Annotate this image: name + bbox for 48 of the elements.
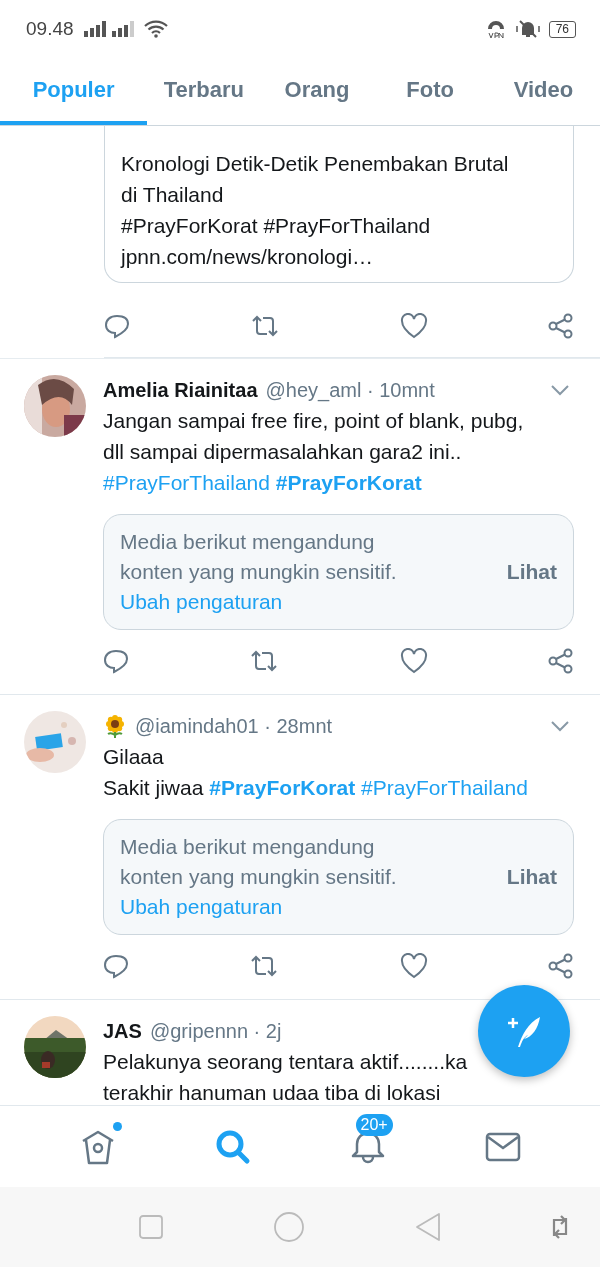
reply-icon[interactable] — [103, 648, 129, 674]
muted-bell-icon — [514, 18, 541, 40]
status-time: 09.48 — [26, 18, 74, 40]
sensitive-media-text: Media berikut mengandung konten yang mungkin sensitif. — [120, 529, 398, 585]
tab[interactable]: Video — [486, 58, 600, 125]
chevron-down-icon[interactable] — [550, 720, 570, 732]
notification-count: 20+ — [355, 1113, 393, 1136]
compose-button[interactable] — [478, 985, 570, 1077]
hashtag-link[interactable]: #PrayForKorat — [209, 776, 356, 799]
reply-icon[interactable] — [104, 313, 130, 339]
quoted-tweet-text: Kronologi Detik-Detik Penembakan Brutal di Thailand #PrayForKorat #PrayForThailand jpnn.com/news/kronologi… — [121, 151, 510, 270]
tweet-text: Pelakunya seorang tentara aktif........ka terakhir hanuman udaa tiba di lokasi — [103, 1049, 469, 1105]
tab[interactable]: Orang — [260, 58, 374, 125]
heart-icon[interactable] — [399, 648, 428, 674]
sensitive-media-text: Media berikut mengandung konten yang mungkin sensitif. — [120, 834, 398, 890]
heart-icon[interactable] — [400, 313, 428, 339]
author-handle-and-time: @hey_aml · 10mnt — [265, 378, 435, 402]
quoted-tweet-card[interactable]: Kronologi Detik-Detik Penembakan Brutal di Thailand #PrayForKorat #PrayForThailand jpnn.com/news/kronologi… — [104, 126, 574, 283]
author-name[interactable]: Amelia Riainitaa — [103, 378, 258, 402]
heart-icon[interactable] — [399, 953, 428, 979]
hashtag-link[interactable]: #PrayForThailand — [361, 776, 528, 799]
wifi-icon — [143, 20, 168, 38]
tweet-text: Jangan sampai free fire, point of blank, pubg, dll sampai dipermasalahkan gara2 ini.. #PrayForThailand #PrayForKorat — [103, 408, 525, 496]
retweet-icon[interactable] — [249, 649, 280, 673]
view-button[interactable]: Lihat — [506, 560, 557, 584]
share-icon[interactable] — [548, 953, 574, 979]
mail-icon[interactable] — [484, 1131, 521, 1162]
share-icon[interactable] — [548, 648, 574, 674]
author-handle-and-time: @iamindah01 · 28mnt — [135, 714, 333, 738]
author-name[interactable]: JAS — [103, 1019, 142, 1043]
tweet-text: Gilaaa Sakit jiwaa #PrayForKorat #PrayForThailand — [103, 744, 529, 801]
tab[interactable]: Foto — [373, 58, 487, 125]
battery-indicator: 76 — [548, 20, 576, 38]
reply-icon[interactable] — [103, 953, 129, 979]
hashtag-link[interactable]: #PrayForKorat — [275, 471, 422, 494]
author-handle-and-time: @gripennn · 2j — [149, 1019, 282, 1043]
view-button[interactable]: Lihat — [506, 865, 557, 889]
signal-icon — [83, 21, 136, 37]
tab[interactable]: Populer — [0, 58, 148, 125]
retweet-icon[interactable] — [250, 314, 280, 338]
retweet-icon[interactable] — [249, 954, 280, 978]
chevron-down-icon[interactable] — [550, 384, 570, 396]
sunflower-icon — [103, 714, 127, 738]
change-settings-link[interactable]: Ubah pengaturan — [120, 892, 507, 922]
change-settings-link[interactable]: Ubah pengaturan — [120, 587, 507, 617]
tab[interactable]: Terbaru — [147, 58, 261, 125]
hashtag-link[interactable]: #PrayForThailand — [103, 471, 270, 494]
share-icon[interactable] — [548, 313, 574, 339]
